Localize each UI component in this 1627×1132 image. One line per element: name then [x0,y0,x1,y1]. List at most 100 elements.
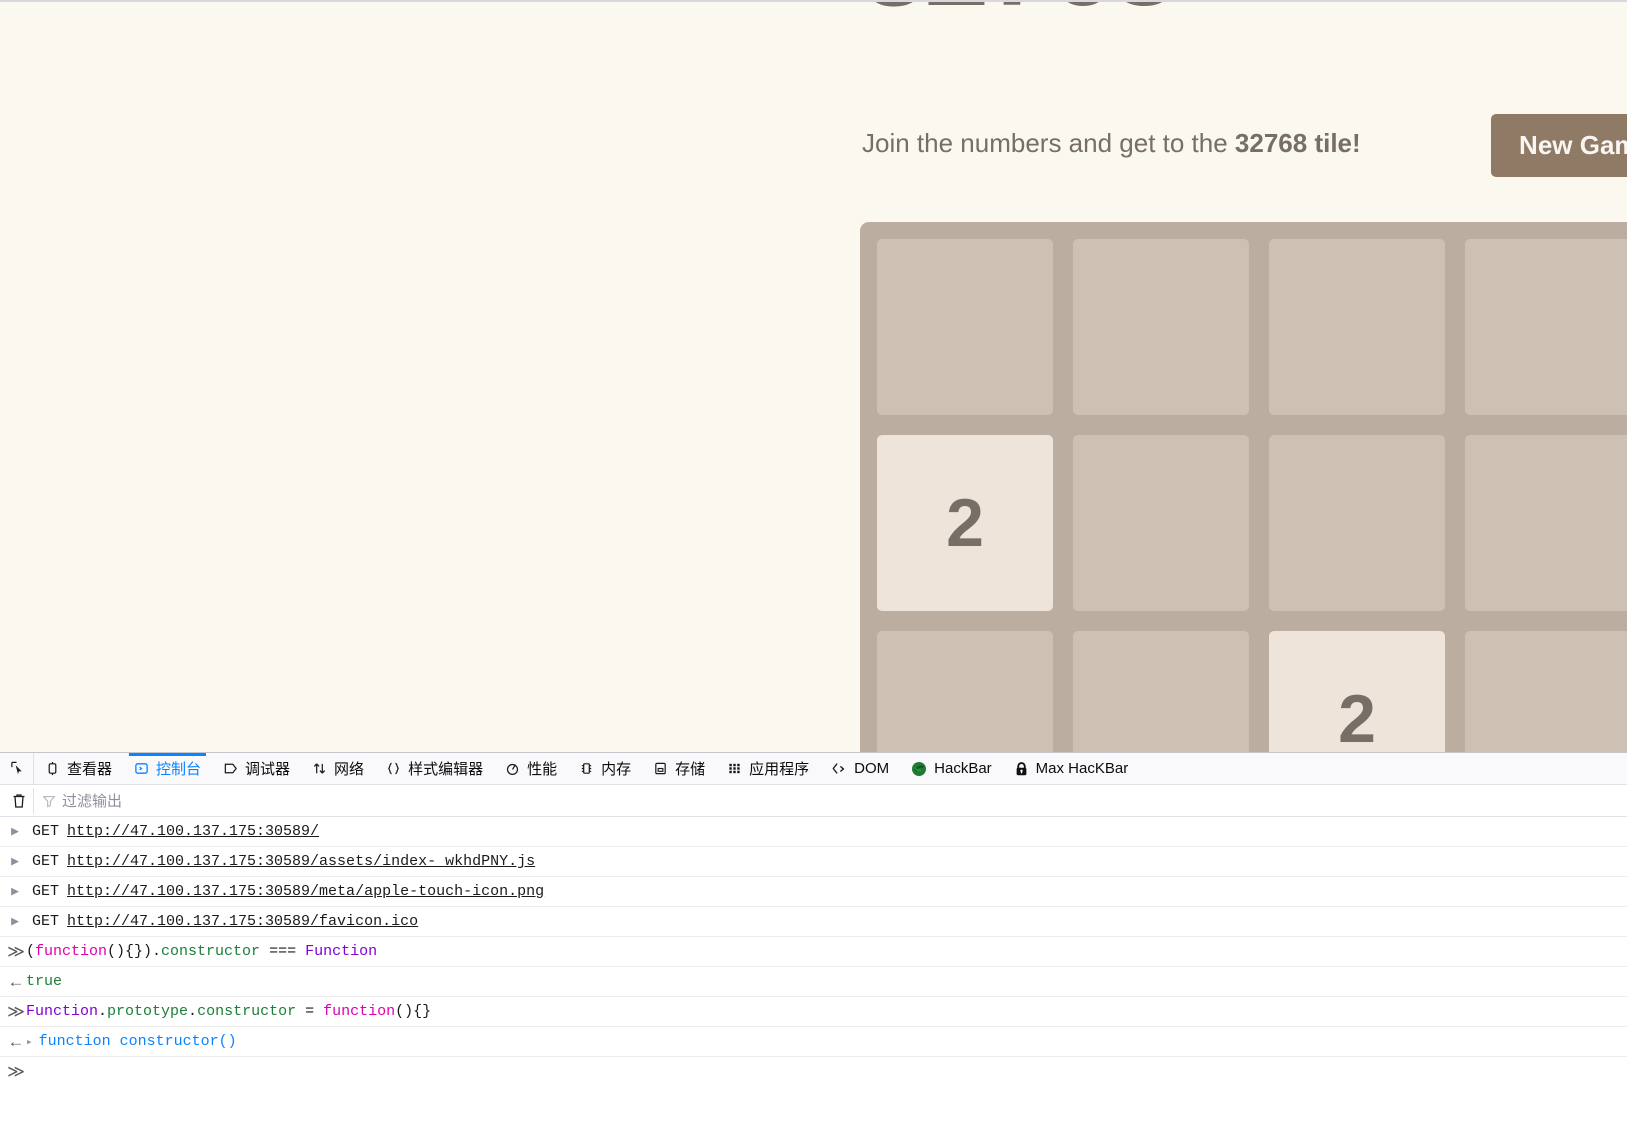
game-intro-prefix: Join the numbers and get to the [862,128,1235,158]
grid-row: 2 [877,631,1627,752]
request-url[interactable]: http://47.100.137.175:30589/ [67,823,319,840]
devtools-tab-tab8[interactable]: 应用程序 [716,753,820,784]
grid-cell-empty [1465,435,1627,611]
tile: 2 [1269,631,1445,752]
devtools-tab-tab0[interactable]: 查看器 [34,753,123,784]
console-row[interactable]: ← ▸ function constructor() [0,1027,1627,1057]
devtools-tab-label: 调试器 [245,761,291,778]
application-icon [727,761,742,776]
game-intro-target: 32768 tile! [1234,128,1361,158]
console-row[interactable]: ▶ GET http://47.100.137.175:30589/ [0,817,1627,847]
performance-icon [505,761,520,776]
devtools-tab-label: Max HacKBar [1035,760,1129,777]
console-row[interactable]: ▶ GET http://47.100.137.175:30589/meta/app… [0,877,1627,907]
request-method: GET [32,883,60,900]
expand-triangle-icon[interactable]: ▶ [6,884,24,899]
grid-row [877,239,1627,415]
devtools-tab-tab7[interactable]: 存储 [642,753,716,784]
hackbar-icon [911,761,927,777]
devtools-toolbar: 查看器 控制台 调试器 网络 样式编辑器 性能 内存 存储 应用程序 DOM HackBar Max … [0,753,1627,785]
console-input-expression: Function.prototype.constructor = functio… [26,1003,432,1020]
grid-cell-empty [1269,435,1445,611]
console-output: ▶ GET http://47.100.137.175:30589/ ▶ GET http… [0,817,1627,1057]
devtools-tab-label: 样式编辑器 [408,761,484,778]
grid-cell-empty [1465,239,1627,415]
console-result-value: function constructor() [38,1033,237,1050]
filter-input[interactable]: 过滤输出 [42,790,1627,811]
devtools-tab-max-hackbar[interactable]: Max HacKBar [1003,753,1140,784]
devtools-tab-hackbar[interactable]: HackBar [900,753,1003,784]
devtools-tab-tab6[interactable]: 内存 [568,753,642,784]
expand-triangle-icon[interactable]: ▸ [26,1035,33,1049]
game-grid[interactable]: 22 [860,222,1627,752]
trash-icon [13,794,24,808]
inspector-icon [45,761,60,776]
devtools-tab-tab2[interactable]: 调试器 [212,753,301,784]
devtools-tab-label: 存储 [675,761,706,778]
console-row[interactable]: ≫ Function.prototype.constructor = functi… [0,997,1627,1027]
request-url[interactable]: http://47.100.137.175:30589/assets/index… [67,853,535,870]
grid-cell-empty [877,239,1053,415]
devtools-tab-label: DOM [854,760,890,777]
game-container-wrap: 32768 SCORE 0 BEST 0 Join the numbers an… [860,2,1627,752]
expand-triangle-icon[interactable]: ▶ [6,824,24,839]
console-input-row[interactable]: ≫ [0,1057,1627,1087]
devtools-tab-tab5[interactable]: 性能 [494,753,568,784]
console-filter-bar: 过滤输出 [0,785,1627,817]
lock-icon [1014,761,1029,777]
above-game-bar: Join the numbers and get to the 32768 ti… [860,114,1627,178]
request-url[interactable]: http://47.100.137.175:30589/meta/apple-t… [67,883,544,900]
input-marker-icon: ≫ [7,941,25,961]
element-picker-button[interactable] [2,753,34,784]
memory-icon [579,761,594,776]
style-editor-icon [386,761,401,776]
console-icon [134,761,149,776]
request-method: GET [32,913,60,930]
devtools-tab-label: 性能 [527,761,558,778]
grid-cell-empty [1269,239,1445,415]
expand-triangle-icon[interactable]: ▶ [6,854,24,869]
devtools-tab-label: HackBar [934,760,992,777]
prompt-marker: ≫ [7,1062,25,1081]
storage-icon [653,761,668,776]
devtools-tab-label: 内存 [601,761,632,778]
page-title: 32768 [862,2,1177,30]
grid-cell-empty [1073,631,1249,752]
devtools-tab-tab1[interactable]: 控制台 [123,753,212,784]
network-icon [312,761,327,776]
output-marker-icon: ← [7,1031,25,1051]
grid-cell-empty [1073,239,1249,415]
console-input-expression: (function(){}).constructor === Function [26,943,378,960]
new-game-button[interactable]: New Game [1491,114,1627,177]
grid-row: 2 [877,435,1627,611]
game-heading: 32768 SCORE 0 BEST 0 Join the numbers an… [860,2,1627,177]
debugger-icon [223,761,238,776]
devtools-tab-dom[interactable]: DOM [820,753,900,784]
devtools-panel: 查看器 控制台 调试器 网络 样式编辑器 性能 内存 存储 应用程序 DOM HackBar Max … [0,752,1627,1132]
console-row[interactable]: ≫ (function(){}).constructor === Function [0,937,1627,967]
grid-cell-empty [1073,435,1249,611]
devtools-tab-label: 查看器 [67,761,113,778]
request-url[interactable]: http://47.100.137.175:30589/favicon.ico [67,913,418,930]
devtools-tab-label: 网络 [334,761,365,778]
console-row[interactable]: ← true [0,967,1627,997]
devtools-tab-label: 控制台 [156,761,202,778]
game-intro: Join the numbers and get to the 32768 ti… [862,128,1361,159]
dom-icon [831,761,847,776]
picker-icon [11,761,22,775]
grid-cell-empty [877,631,1053,752]
grid-cell-empty [1465,631,1627,752]
request-method: GET [32,823,60,840]
tile: 2 [877,435,1053,611]
devtools-tab-tab3[interactable]: 网络 [301,753,375,784]
console-row[interactable]: ▶ GET http://47.100.137.175:30589/assets/i… [0,847,1627,877]
clear-console-button[interactable] [4,787,34,814]
browser-viewport: 32768 SCORE 0 BEST 0 Join the numbers an… [0,0,1627,752]
expand-triangle-icon[interactable]: ▶ [6,914,24,929]
console-row[interactable]: ▶ GET http://47.100.137.175:30589/favicon.… [0,907,1627,937]
devtools-tab-tab4[interactable]: 样式编辑器 [375,753,494,784]
console-result-value: true [26,973,63,990]
devtools-tab-label: 应用程序 [749,761,810,778]
funnel-icon [42,795,56,808]
input-marker-icon: ≫ [7,1001,25,1021]
